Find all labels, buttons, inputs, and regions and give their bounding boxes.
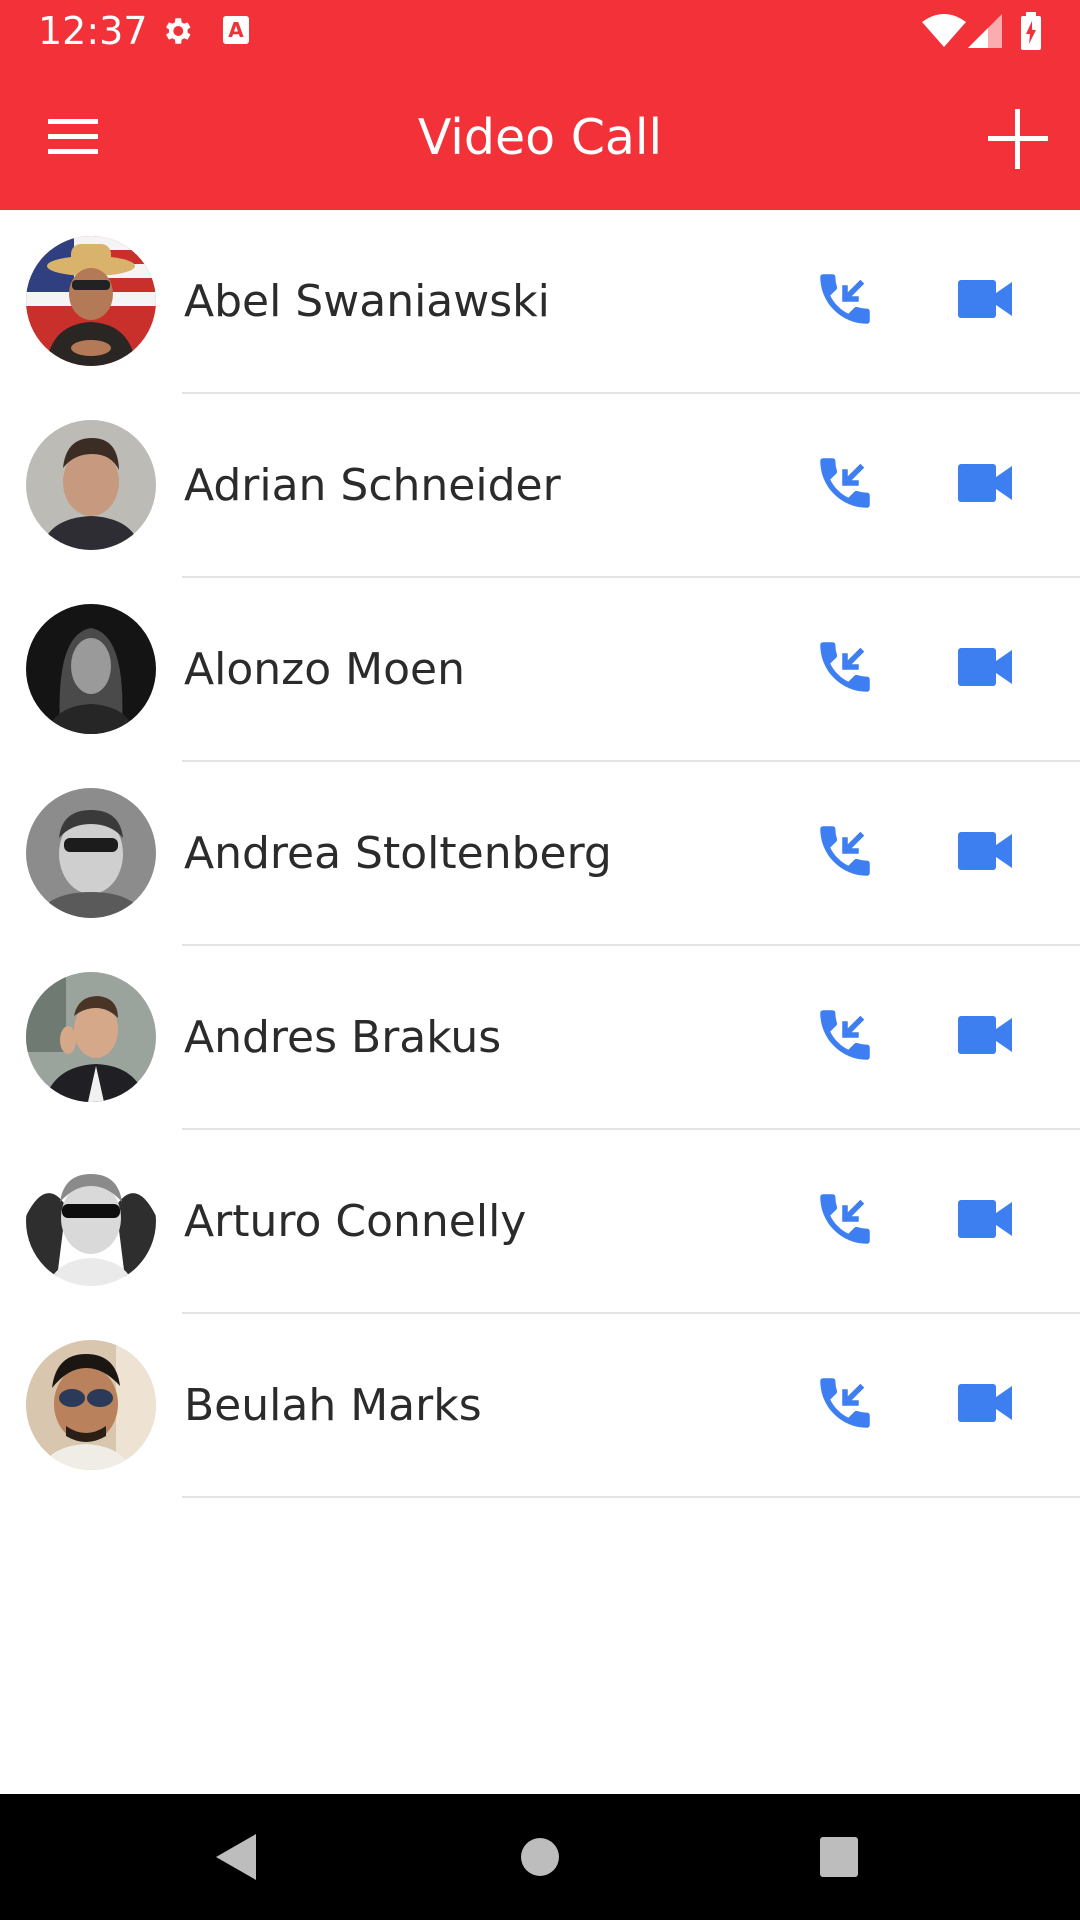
avatar [26, 788, 156, 918]
avatar [26, 972, 156, 1102]
home-circle-icon[interactable] [520, 1832, 560, 1886]
settings-gear-icon [160, 14, 194, 52]
phone-incoming-icon[interactable] [812, 1002, 878, 1068]
recents-square-icon[interactable] [818, 1832, 860, 1886]
video-call-screen: 12:37 A Video Call Abel Swaniawski Adria… [0, 0, 1080, 1920]
contact-row[interactable]: Abel Swaniawski [0, 210, 1080, 394]
contact-row[interactable]: Andres Brakus [0, 946, 1080, 1130]
back-triangle-icon[interactable] [214, 1832, 258, 1886]
cell-signal-icon [968, 14, 1002, 52]
videocam-icon[interactable] [958, 1196, 1018, 1242]
avatar [26, 236, 156, 366]
avatar [26, 1156, 156, 1286]
videocam-icon[interactable] [958, 460, 1018, 506]
svg-text:A: A [228, 18, 244, 42]
contact-list: Abel Swaniawski Adrian Schneider Alonzo … [0, 210, 1080, 1498]
contact-row[interactable]: Andrea Stoltenberg [0, 762, 1080, 946]
avatar [26, 1340, 156, 1470]
wifi-icon [922, 14, 966, 52]
app-bar: Video Call [0, 63, 1080, 210]
contact-row[interactable]: Arturo Connelly [0, 1130, 1080, 1314]
phone-incoming-icon[interactable] [812, 1186, 878, 1252]
phone-incoming-icon[interactable] [812, 266, 878, 332]
avatar [26, 604, 156, 734]
videocam-icon[interactable] [958, 276, 1018, 322]
avatar [26, 420, 156, 550]
phone-incoming-icon[interactable] [812, 634, 878, 700]
contact-name: Arturo Connelly [184, 1196, 527, 1247]
plus-icon[interactable] [980, 101, 1055, 176]
system-nav-bar [0, 1794, 1080, 1920]
keyboard-a-icon: A [222, 14, 250, 50]
divider [182, 1496, 1080, 1498]
videocam-icon[interactable] [958, 828, 1018, 874]
contact-row[interactable]: Alonzo Moen [0, 578, 1080, 762]
page-title: Video Call [417, 109, 663, 166]
contact-name: Adrian Schneider [184, 460, 561, 511]
contact-row[interactable]: Beulah Marks [0, 1314, 1080, 1498]
videocam-icon[interactable] [958, 1012, 1018, 1058]
videocam-icon[interactable] [958, 644, 1018, 690]
phone-incoming-icon[interactable] [812, 450, 878, 516]
phone-incoming-icon[interactable] [812, 818, 878, 884]
status-time: 12:37 [38, 9, 148, 53]
contact-name: Andres Brakus [184, 1012, 502, 1063]
contact-name: Andrea Stoltenberg [184, 828, 612, 879]
battery-charging-icon [1020, 12, 1042, 54]
contact-name: Alonzo Moen [184, 644, 465, 695]
phone-incoming-icon[interactable] [812, 1370, 878, 1436]
contact-name: Beulah Marks [184, 1380, 482, 1431]
contact-row[interactable]: Adrian Schneider [0, 394, 1080, 578]
videocam-icon[interactable] [958, 1380, 1018, 1426]
contact-name: Abel Swaniawski [184, 276, 550, 327]
status-bar: 12:37 A [0, 0, 1080, 63]
